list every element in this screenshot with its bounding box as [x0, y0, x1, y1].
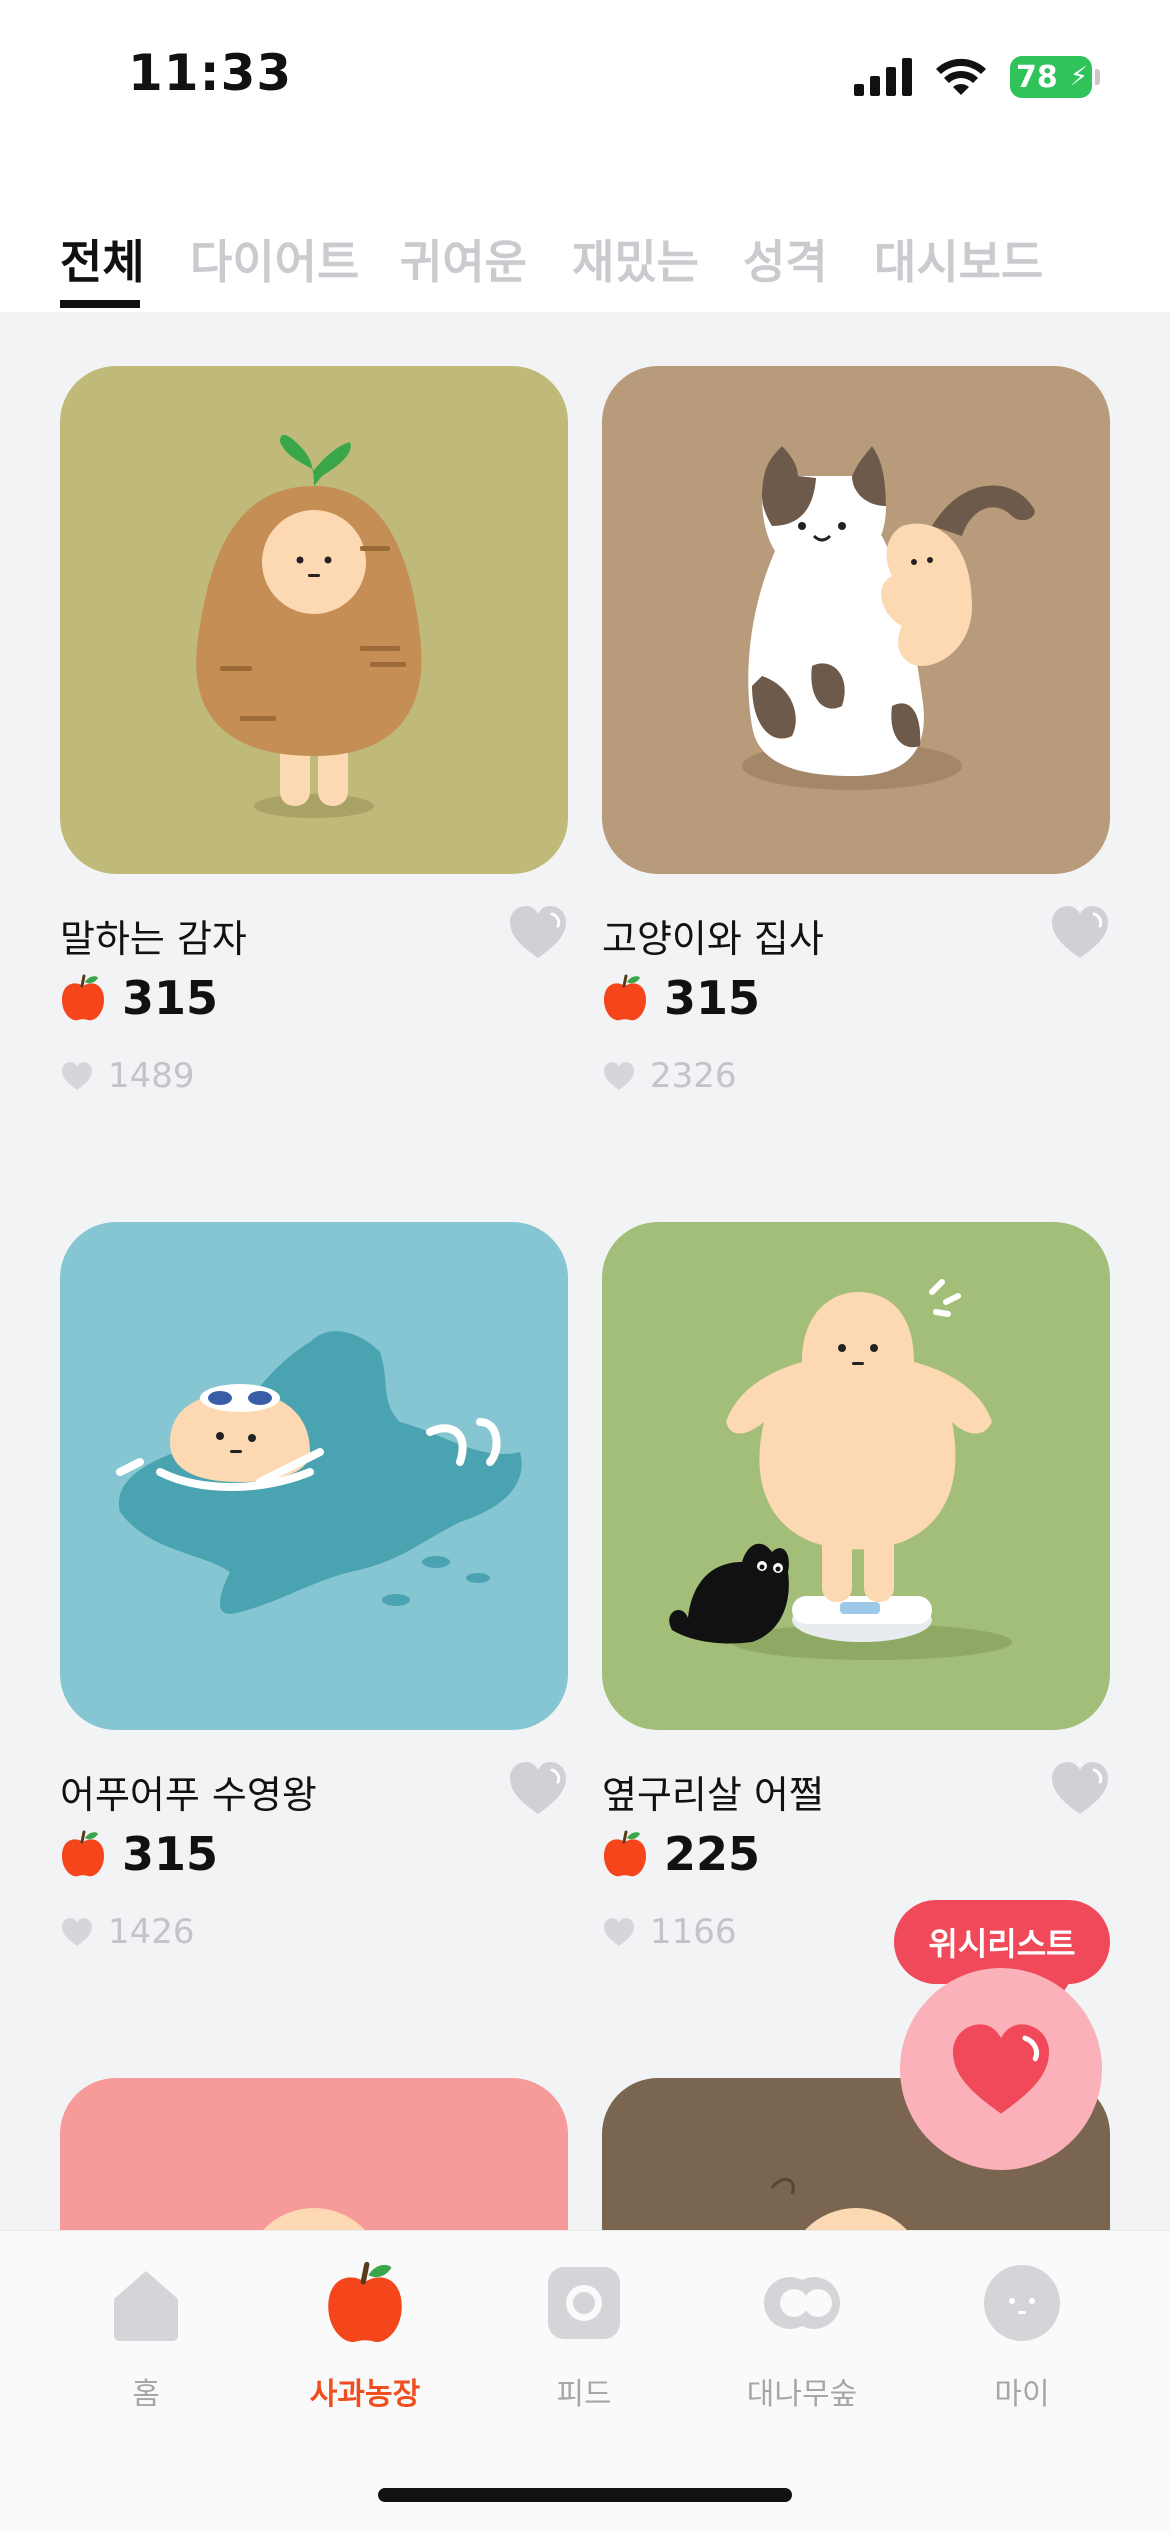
nav-feed[interactable]: 피드: [504, 2261, 664, 2413]
active-tab-indicator: [60, 300, 140, 308]
product-image[interactable]: [602, 366, 1110, 874]
tab-dashboard[interactable]: 대시보드: [874, 226, 1043, 292]
nav-label: 마이: [994, 2377, 1050, 2412]
tab-funny[interactable]: 재밌는: [572, 226, 699, 292]
face-icon: [984, 2265, 1060, 2341]
status-bar: 11:33 78 ⚡: [0, 0, 1170, 160]
heart-icon: [953, 2024, 1049, 2114]
nav-my[interactable]: 마이: [942, 2261, 1102, 2413]
nav-bamboo-forest[interactable]: 대나무숲: [722, 2261, 882, 2413]
wishlist-button[interactable]: [900, 1968, 1102, 2170]
product-title[interactable]: 고양이와 집사: [602, 908, 824, 963]
apple-icon: [62, 974, 104, 1021]
price-value: 225: [664, 1827, 761, 1881]
like-count-value: 2326: [650, 1056, 737, 1096]
tab-personality[interactable]: 성격: [743, 226, 828, 292]
like-count: 1166: [602, 1912, 737, 1952]
like-count: 2326: [602, 1056, 737, 1096]
wishlist-floating: 위시리스트: [894, 1900, 1110, 2170]
bamboo-icon: [764, 2277, 840, 2329]
apple-icon: [604, 1830, 646, 1877]
wifi-icon: [936, 58, 986, 95]
product-image[interactable]: [60, 366, 568, 874]
price-value: 315: [122, 971, 219, 1025]
battery-indicator: 78 ⚡: [1010, 56, 1100, 98]
nav-home[interactable]: 홈: [66, 2261, 226, 2413]
tab-all[interactable]: 전체: [60, 226, 145, 292]
heart-icon: [62, 1918, 92, 1946]
status-icons: 78 ⚡: [854, 56, 1100, 98]
nav-label: 대나무숲: [746, 2377, 858, 2412]
product-card[interactable]: 어푸어푸 수영왕 315 1426: [60, 1222, 568, 1952]
nav-label: 사과농장: [309, 2377, 421, 2412]
tab-cute[interactable]: 귀여운: [400, 226, 527, 292]
product-image[interactable]: [60, 1222, 568, 1730]
like-count-value: 1489: [108, 1056, 195, 1096]
tab-diet[interactable]: 다이어트: [190, 226, 359, 292]
price: 315: [60, 971, 218, 1025]
nav-label: 홈: [132, 2377, 160, 2412]
bottom-navigation: 홈 사과농장 피드 대나무숲 마이: [0, 2230, 1170, 2532]
nav-label: 피드: [556, 2377, 612, 2412]
home-indicator: [378, 2488, 792, 2502]
favorite-heart-icon[interactable]: [508, 904, 568, 960]
home-icon: [114, 2271, 178, 2341]
apple-icon: [62, 1830, 104, 1877]
price-value: 315: [122, 1827, 219, 1881]
product-title[interactable]: 말하는 감자: [60, 908, 247, 963]
product-card[interactable]: 옆구리살 어쩔 225 1166: [602, 1222, 1110, 1952]
heart-icon: [62, 1062, 92, 1090]
like-count: 1489: [60, 1056, 195, 1096]
heart-icon: [604, 1062, 634, 1090]
price: 315: [60, 1827, 218, 1881]
product-image[interactable]: [602, 1222, 1110, 1730]
price: 315: [602, 971, 760, 1025]
price: 225: [602, 1827, 760, 1881]
charging-bolt-icon: ⚡: [1069, 62, 1088, 92]
favorite-heart-icon[interactable]: [508, 1760, 568, 1816]
product-card[interactable]: 고양이와 집사 315 2326: [602, 366, 1110, 1096]
status-time: 11:33: [128, 44, 293, 102]
signal-icon: [854, 58, 912, 96]
favorite-heart-icon[interactable]: [1050, 904, 1110, 960]
product-title[interactable]: 어푸어푸 수영왕: [60, 1764, 317, 1819]
like-count-value: 1426: [108, 1912, 195, 1952]
favorite-heart-icon[interactable]: [1050, 1760, 1110, 1816]
category-tabs: 전체 다이어트 귀여운 재밌는 성격 대시보드: [0, 160, 1170, 312]
like-count: 1426: [60, 1912, 195, 1952]
apple-icon: [604, 974, 646, 1021]
heart-icon: [604, 1918, 634, 1946]
camera-icon: [548, 2267, 620, 2339]
battery-level: 78: [1016, 59, 1058, 95]
product-card[interactable]: 말하는 감자 315 1489: [60, 366, 568, 1096]
apple-icon: [328, 2261, 402, 2343]
product-title[interactable]: 옆구리살 어쩔: [602, 1764, 824, 1819]
price-value: 315: [664, 971, 761, 1025]
nav-apple-farm[interactable]: 사과농장: [285, 2261, 445, 2413]
like-count-value: 1166: [650, 1912, 737, 1952]
